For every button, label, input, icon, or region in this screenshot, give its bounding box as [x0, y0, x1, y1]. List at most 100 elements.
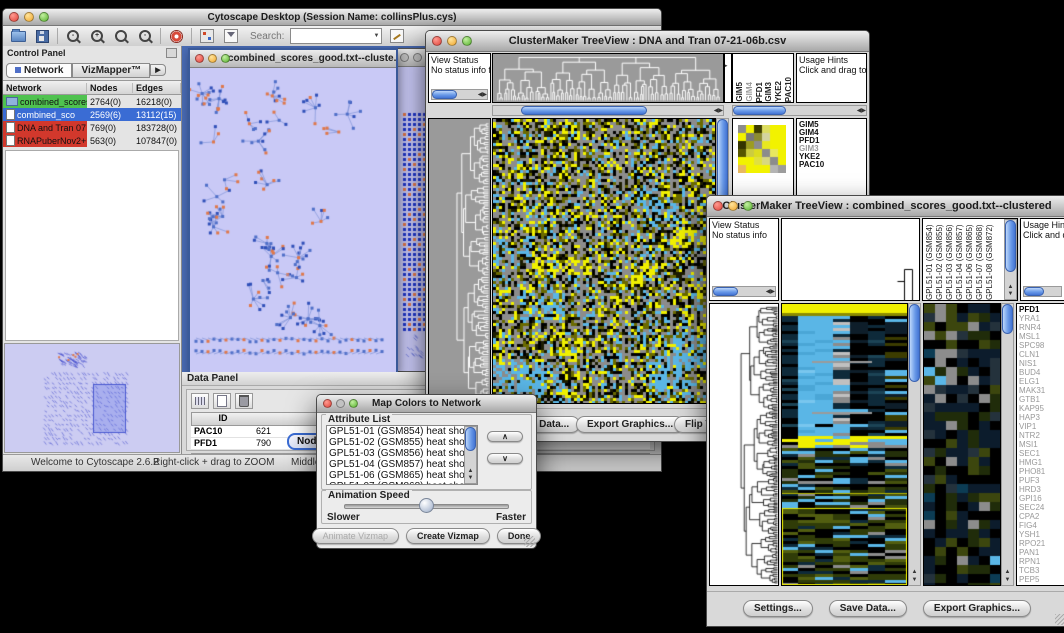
zoom-window-button[interactable]: [221, 54, 230, 63]
slider-thumb[interactable]: [419, 498, 434, 513]
attribute-list-item[interactable]: GPL51-01 (GSM854) heat shock 05 min: [329, 426, 477, 437]
tv2-zoom-heatmap[interactable]: [923, 303, 1001, 586]
minimize-button[interactable]: [447, 36, 457, 46]
gene-label[interactable]: YRA1: [1019, 314, 1064, 323]
network-row[interactable]: RNAPuberNov2+ 563(0) 107847(0): [3, 134, 181, 147]
column-label[interactable]: GPL51-06 (GSM865): [965, 220, 974, 300]
save-session-button[interactable]: [33, 29, 51, 44]
scroll-down-icon[interactable]: ▼: [465, 475, 476, 481]
create-vizmap-button[interactable]: Create Vizmap: [406, 528, 490, 544]
column-label[interactable]: PFD1: [755, 82, 764, 102]
birdseye-canvas[interactable]: [5, 344, 179, 452]
treeview1-titlebar[interactable]: ClusterMaker TreeView : DNA and Tran 07-…: [426, 31, 869, 52]
tv1-dendro-hscrollbar[interactable]: ◀ ▶: [492, 105, 724, 116]
tv1-column-labels[interactable]: GIM5GIM4PFD1GIM3YKE2PAC10: [732, 53, 794, 103]
close-button[interactable]: [713, 201, 723, 211]
gene-label[interactable]: VIP1: [1019, 422, 1064, 431]
attribute-editor-button[interactable]: [388, 29, 406, 44]
network-row[interactable]: DNA and Tran 07 769(0) 183728(0): [3, 121, 181, 134]
scroll-right-icon[interactable]: ▶: [718, 108, 723, 114]
export-graphics-button[interactable]: Export Graphics...: [923, 600, 1031, 617]
gene-label[interactable]: PFD1: [1019, 305, 1064, 314]
gene-label[interactable]: MON2: [1019, 584, 1064, 586]
gene-label[interactable]: KAP95: [1019, 404, 1064, 413]
minimize-button[interactable]: [413, 53, 422, 62]
tv1-row-dendrogram[interactable]: [428, 118, 491, 404]
minimize-button[interactable]: [336, 399, 345, 408]
open-session-button[interactable]: [9, 29, 27, 44]
search-input[interactable]: ▼: [290, 28, 382, 44]
column-label[interactable]: GPL51-01 (GSM854): [925, 220, 934, 300]
expand-icon[interactable]: ▸: [725, 63, 728, 69]
tab-overflow[interactable]: ▶: [150, 64, 165, 76]
filter-button[interactable]: [222, 29, 240, 44]
zoom-selected-button[interactable]: [112, 29, 130, 44]
column-label[interactable]: GIM4: [745, 82, 754, 102]
gene-label[interactable]: CLN1: [1019, 350, 1064, 359]
scroll-down-icon[interactable]: ▼: [1005, 291, 1016, 297]
tv2-column-dendrogram[interactable]: [781, 218, 920, 301]
tab-network[interactable]: Network: [6, 63, 72, 78]
zoom-out-button[interactable]: -: [64, 29, 82, 44]
vizmapper-button[interactable]: [198, 29, 216, 44]
gene-label[interactable]: HRD3: [1019, 485, 1064, 494]
column-label[interactable]: GPL51-07 (GSM868): [975, 220, 984, 300]
scroll-up-icon[interactable]: ▲: [1002, 569, 1013, 575]
network-canvas[interactable]: [190, 68, 392, 369]
tv1-mini-heatmap[interactable]: [738, 125, 786, 173]
scroll-down-icon[interactable]: ▼: [1002, 577, 1013, 583]
tv2-collabel-vscrollbar[interactable]: ▲ ▼: [1004, 219, 1017, 300]
network-row[interactable]: combined_sco 2569(6) 13112(15): [3, 108, 181, 121]
row-label[interactable]: PAC10: [799, 161, 866, 169]
minimize-button[interactable]: [728, 201, 738, 211]
minimize-button[interactable]: [208, 54, 217, 63]
move-down-button[interactable]: ∨: [487, 453, 523, 464]
gene-label[interactable]: MSL1: [1019, 332, 1064, 341]
gene-label[interactable]: CPA2: [1019, 512, 1064, 521]
tv2-heatmap-vscrollbar[interactable]: ▲ ▼: [908, 303, 921, 586]
float-panel-icon[interactable]: [166, 48, 177, 58]
gene-label[interactable]: MAK31: [1019, 386, 1064, 395]
tab-vizmapper[interactable]: VizMapper™: [72, 63, 150, 78]
gene-label[interactable]: GPI16: [1019, 494, 1064, 503]
zoom-fit-button[interactable]: ▫: [136, 29, 154, 44]
zoom-window-button[interactable]: [462, 36, 472, 46]
minimize-button[interactable]: [24, 12, 34, 22]
birdseye-view[interactable]: [4, 343, 180, 453]
gene-label[interactable]: HAP3: [1019, 413, 1064, 422]
gene-label[interactable]: PEP5: [1019, 575, 1064, 584]
column-label[interactable]: PAC10: [784, 77, 793, 102]
export-graphics-button[interactable]: Export Graphics...: [576, 416, 684, 433]
attribute-list-vscrollbar[interactable]: ▲ ▼: [464, 426, 477, 484]
scroll-up-icon[interactable]: ▲: [465, 468, 476, 474]
gene-label[interactable]: PHO81: [1019, 467, 1064, 476]
attribute-list-item[interactable]: GPL51-04 (GSM857) heat shock 20 min: [329, 459, 477, 470]
gene-label[interactable]: SEC1: [1019, 449, 1064, 458]
scroll-right-icon[interactable]: ▶: [482, 92, 487, 98]
gene-label[interactable]: RNR4: [1019, 323, 1064, 332]
scroll-right-icon[interactable]: ▶: [770, 289, 775, 295]
gene-label[interactable]: NIS1: [1019, 359, 1064, 368]
tv1-heatmap[interactable]: [492, 118, 716, 404]
tv2-status-hscrollbar[interactable]: ◀ ▶: [712, 286, 776, 297]
gene-label[interactable]: TCB3: [1019, 566, 1064, 575]
delete-attribute-button[interactable]: [235, 393, 253, 409]
gene-label[interactable]: YSH1: [1019, 530, 1064, 539]
select-attributes-button[interactable]: [191, 393, 209, 409]
tv1-top-divider[interactable]: ▸: [724, 53, 732, 103]
zoom-window-button[interactable]: [349, 399, 358, 408]
gene-label[interactable]: PAN1: [1019, 548, 1064, 557]
gene-label[interactable]: FIG4: [1019, 521, 1064, 530]
attribute-list-item[interactable]: GPL51-03 (GSM856) heat shock 15 min: [329, 448, 477, 459]
gene-label[interactable]: MSI1: [1019, 440, 1064, 449]
dialog-titlebar[interactable]: Map Colors to Network: [317, 395, 536, 413]
resize-grip[interactable]: [524, 536, 535, 547]
network-row[interactable]: combined_scores 2764(0) 16218(0): [3, 95, 181, 108]
attribute-list-item[interactable]: GPL51-07 (GSM868) heat shock 60 min: [329, 481, 477, 485]
gene-label[interactable]: PUF3: [1019, 476, 1064, 485]
main-titlebar[interactable]: Cytoscape Desktop (Session Name: collins…: [3, 9, 661, 26]
gene-label[interactable]: HMG1: [1019, 458, 1064, 467]
tv2-column-labels[interactable]: GPL51-01 (GSM854)GPL51-02 (GSM855)GPL51-…: [922, 218, 1018, 301]
column-label[interactable]: GPL51-04 (GSM857): [955, 220, 964, 300]
save-data-button[interactable]: Save Data...: [829, 600, 907, 617]
